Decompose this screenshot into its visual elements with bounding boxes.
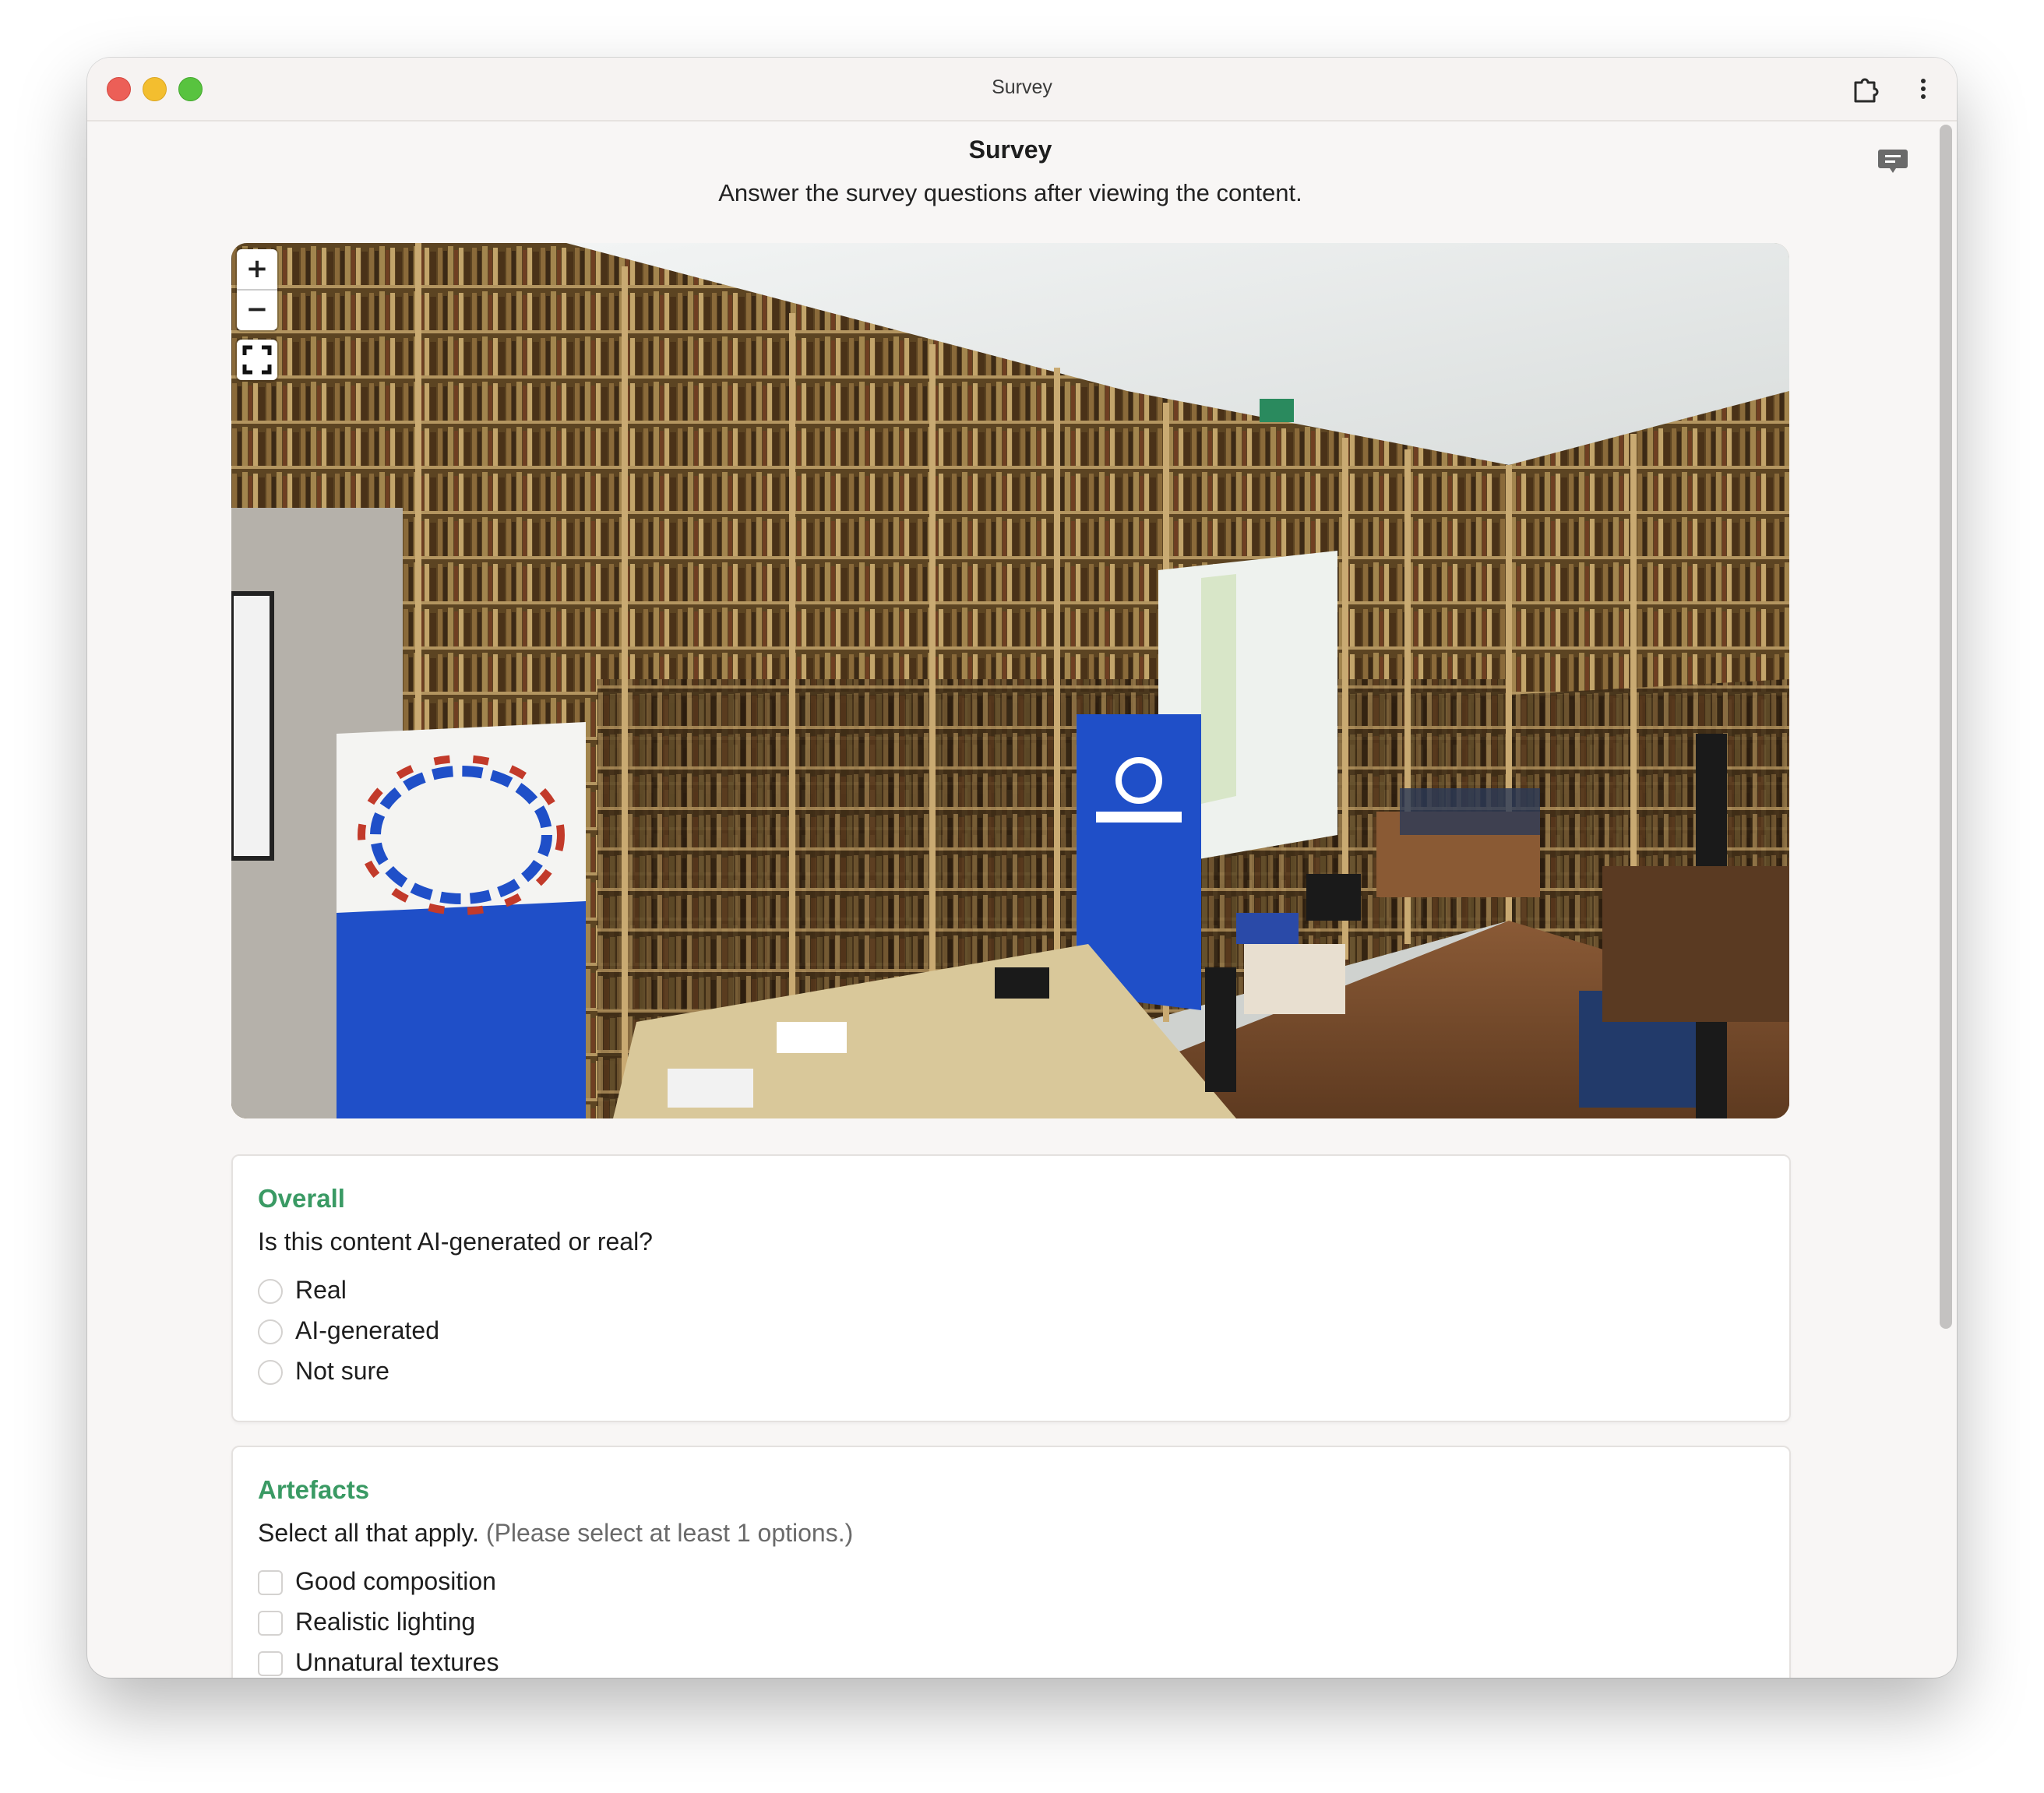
more-menu-icon[interactable] — [1912, 73, 1935, 104]
zoom-out-button[interactable]: − — [237, 290, 277, 329]
artefacts-heading: Artefacts — [258, 1475, 370, 1504]
artefacts-section: Artefacts Select all that apply. (Please… — [231, 1446, 1791, 1678]
title-bar: Survey — [87, 58, 1957, 122]
zoom-control: + − — [237, 249, 277, 330]
extensions-icon[interactable] — [1849, 73, 1880, 104]
overall-section: Overall Is this content AI-generated or … — [231, 1154, 1791, 1422]
artefacts-prompt: Select all that apply. — [258, 1519, 480, 1547]
option-label: Not sure — [295, 1357, 389, 1385]
panorama-image[interactable] — [231, 243, 1789, 1118]
radio-button[interactable] — [258, 1360, 283, 1385]
feedback-icon[interactable] — [1877, 145, 1908, 176]
option-label: Good composition — [295, 1567, 496, 1595]
checkbox[interactable] — [258, 1611, 283, 1636]
radio-button[interactable] — [258, 1279, 283, 1304]
page-title: Survey — [968, 136, 1052, 164]
zoom-in-button[interactable]: + — [237, 249, 277, 291]
overall-heading: Overall — [258, 1184, 345, 1213]
checkbox[interactable] — [258, 1651, 283, 1676]
checkbox[interactable] — [258, 1570, 283, 1595]
option-label: AI-generated — [295, 1316, 440, 1344]
radio-button[interactable] — [258, 1319, 283, 1344]
fullscreen-icon — [242, 345, 272, 375]
browser-window: Survey Survey Answer the survey question… — [87, 58, 1957, 1678]
option-label: Unnatural textures — [295, 1648, 499, 1676]
fullscreen-button[interactable] — [237, 340, 277, 380]
window-title: Survey — [992, 76, 1052, 98]
option-label: Realistic lighting — [295, 1608, 476, 1636]
panorama-viewer[interactable] — [231, 243, 1789, 1118]
page-subtitle: Answer the survey questions after viewin… — [718, 179, 1302, 206]
scrollbar[interactable] — [1940, 125, 1952, 1329]
option-label: Real — [295, 1276, 347, 1304]
artefacts-hint: (Please select at least 1 options.) — [485, 1519, 854, 1547]
artefacts-question: Select all that apply. (Please select at… — [258, 1519, 853, 1548]
overall-question: Is this content AI-generated or real? — [258, 1228, 653, 1256]
